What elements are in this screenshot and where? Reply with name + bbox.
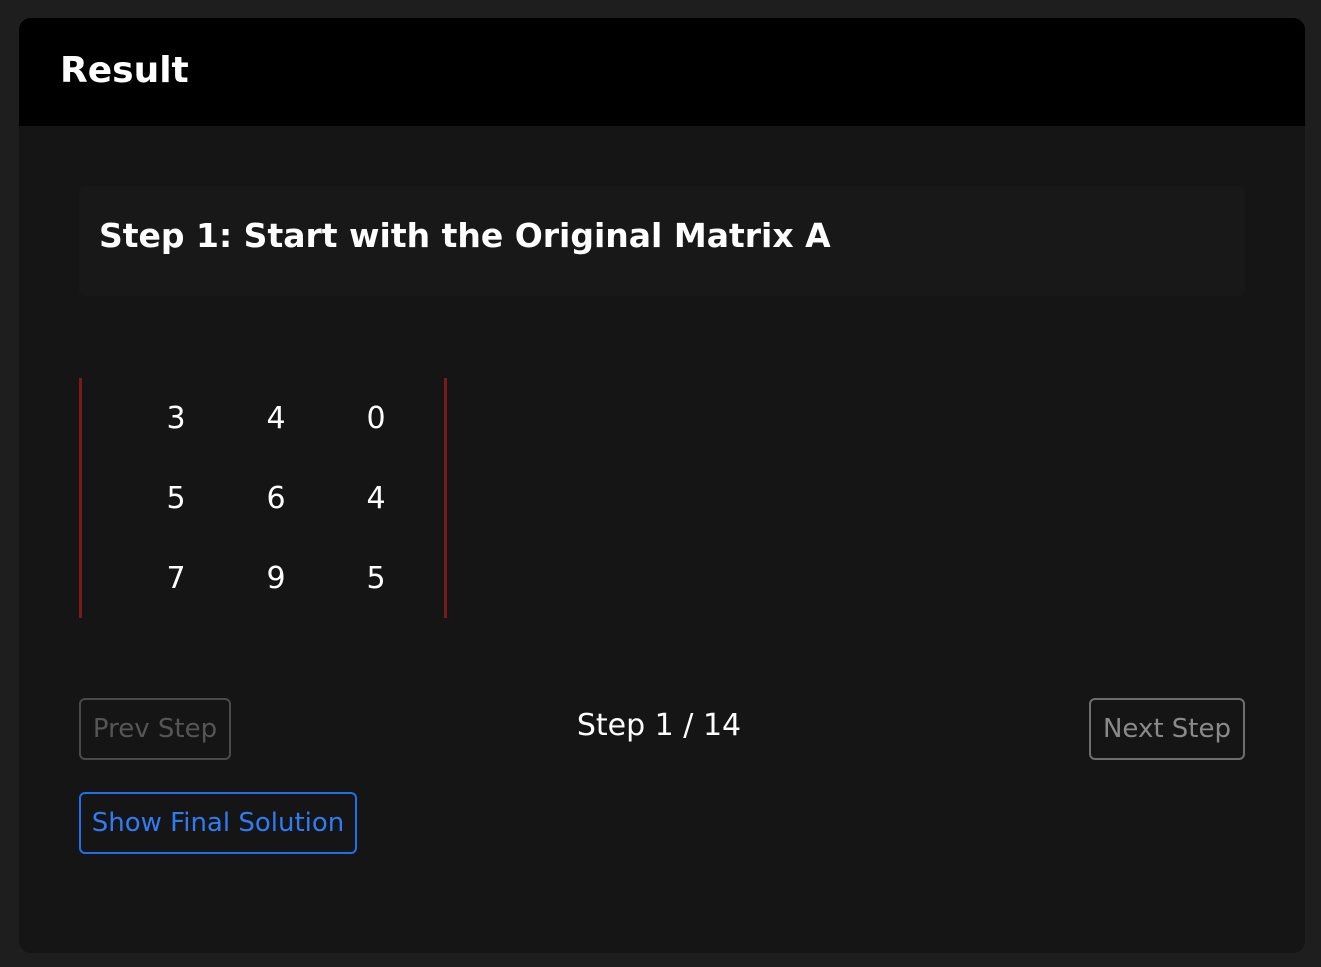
matrix-cell: 0 — [366, 400, 386, 436]
matrix-cell: 5 — [166, 480, 186, 516]
card-header: Result — [19, 18, 1305, 126]
matrix-cell: 6 — [266, 480, 286, 516]
matrix-row: 3 4 0 — [82, 378, 444, 458]
step-counter: Step 1 / 14 — [576, 708, 742, 743]
step-description-box: Step 1: Start with the Original Matrix A — [79, 186, 1245, 296]
step-title: Step 1: Start with the Original Matrix A — [99, 215, 831, 255]
matrix-row: 5 6 4 — [82, 458, 444, 538]
page-title: Result — [60, 49, 189, 91]
matrix-cell: 3 — [166, 400, 186, 436]
next-step-button[interactable]: Next Step — [1089, 698, 1245, 760]
matrix-cell: 4 — [266, 400, 286, 436]
matrix-cell: 7 — [166, 560, 186, 596]
matrix-cell: 4 — [366, 480, 386, 516]
result-card: Result Step 1: Start with the Original M… — [19, 18, 1305, 953]
matrix-row: 7 9 5 — [82, 538, 444, 618]
prev-step-button[interactable]: Prev Step — [79, 698, 231, 760]
matrix-cell: 9 — [266, 560, 286, 596]
matrix-display: 3 4 0 5 6 4 7 9 5 — [79, 378, 447, 618]
show-final-solution-button[interactable]: Show Final Solution — [79, 792, 357, 854]
matrix-cell: 5 — [366, 560, 386, 596]
